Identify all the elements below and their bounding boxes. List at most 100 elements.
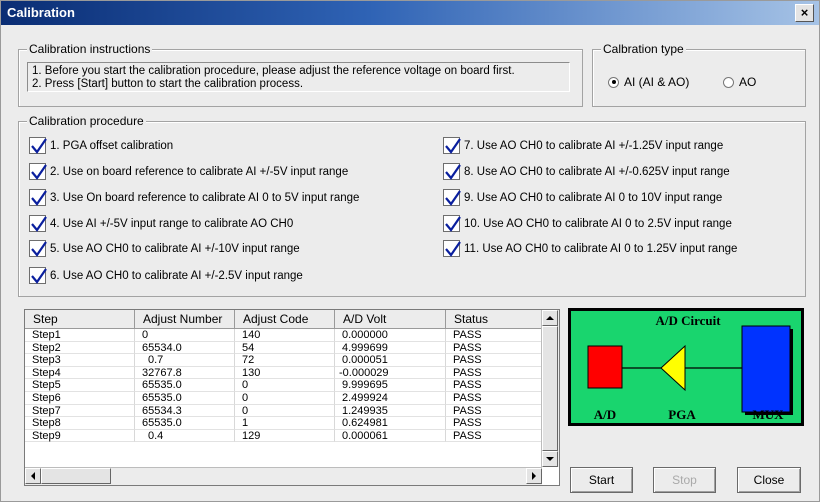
arrow-up-icon [546, 316, 554, 320]
column-header-status[interactable]: Status [446, 310, 542, 329]
instructions-legend: Calibration instructions [27, 42, 153, 56]
checkmark-icon [443, 189, 461, 206]
table-body: Step1 0 140 0.000000 PASS Step2 65534.0 … [25, 329, 542, 443]
cell-status: PASS [446, 329, 542, 342]
cell-adjust-code: 54 [235, 341, 335, 355]
step-checkbox-3[interactable]: 3. Use On board reference to calibrate A… [29, 189, 359, 206]
table-row[interactable]: Step1 0 140 0.000000 PASS [25, 329, 542, 342]
table-row[interactable]: Step4 32767.8 130 -0.000029 PASS [25, 366, 542, 380]
table-row[interactable]: Step9 0.4 129 0.000061 PASS [25, 429, 542, 443]
scroll-down-button[interactable] [542, 451, 558, 467]
column-header-step[interactable]: Step [25, 310, 135, 329]
table-header: Step Adjust Number Adjust Code A/D Volt … [25, 310, 542, 329]
column-header-ad-volt[interactable]: A/D Volt [335, 310, 446, 329]
cell-ad-volt: 0.000000 [335, 329, 446, 342]
table-row[interactable]: Step2 65534.0 54 4.999699 PASS [25, 341, 542, 355]
arrow-right-icon [532, 472, 536, 480]
pga-label: PGA [668, 407, 696, 422]
cell-ad-volt: -0.000029 [335, 366, 446, 380]
cell-step: Step7 [25, 404, 135, 418]
title-bar[interactable]: Calibration × [1, 1, 819, 25]
cell-adjust-number: 0.4 [135, 429, 235, 443]
step-label-7: 7. Use AO CH0 to calibrate AI +/-1.25V i… [464, 139, 724, 152]
step-checkbox-8[interactable]: 8. Use AO CH0 to calibrate AI +/-0.625V … [443, 163, 730, 180]
arrow-down-icon [546, 457, 554, 461]
step-label-11: 11. Use AO CH0 to calibrate AI 0 to 1.25… [464, 242, 738, 255]
calibration-type-legend: Calbration type [601, 42, 686, 56]
instructions-group: Calibration instructions 1. Before you s… [18, 42, 583, 107]
radio-ao[interactable]: AO [723, 75, 756, 89]
cell-adjust-number: 32767.8 [135, 366, 235, 380]
cell-status: PASS [446, 391, 542, 405]
step-checkbox-7[interactable]: 7. Use AO CH0 to calibrate AI +/-1.25V i… [443, 137, 723, 154]
cell-ad-volt: 0.000051 [335, 354, 446, 367]
cell-status: PASS [446, 404, 542, 418]
cell-adjust-code: 0 [235, 379, 335, 392]
cell-adjust-number: 65535.0 [135, 391, 235, 405]
instructions-text: 1. Before you start the calibration proc… [27, 62, 570, 92]
checkmark-icon [443, 163, 461, 180]
cell-adjust-code: 0 [235, 391, 335, 405]
cell-adjust-code: 0 [235, 404, 335, 418]
diagram-title: A/D Circuit [655, 313, 721, 328]
cell-step: Step6 [25, 391, 135, 405]
horizontal-scroll-thumb[interactable] [41, 468, 111, 484]
cell-step: Step5 [25, 379, 135, 392]
stop-button[interactable]: Stop [653, 467, 716, 493]
scroll-left-button[interactable] [25, 468, 41, 484]
step-label-3: 3. Use On board reference to calibrate A… [50, 191, 360, 204]
step-label-4: 4. Use AI +/-5V input range to calibrate… [50, 217, 294, 230]
table-row[interactable]: Step8 65535.0 1 0.624981 PASS [25, 417, 542, 430]
radio-unselected-icon [723, 76, 734, 88]
checkmark-icon [29, 189, 47, 206]
cell-adjust-code: 140 [235, 329, 335, 342]
step-checkbox-11[interactable]: 11. Use AO CH0 to calibrate AI 0 to 1.25… [443, 240, 737, 257]
vertical-scrollbar[interactable] [541, 310, 559, 467]
step-checkbox-9[interactable]: 9. Use AO CH0 to calibrate AI 0 to 10V i… [443, 189, 722, 206]
cell-step: Step9 [25, 429, 135, 443]
step-checkbox-5[interactable]: 5. Use AO CH0 to calibrate AI +/-10V inp… [29, 240, 300, 257]
close-icon[interactable]: × [795, 4, 814, 22]
radio-ai[interactable]: AI (AI & AO) [608, 75, 689, 89]
step-checkbox-2[interactable]: 2. Use on board reference to calibrate A… [29, 163, 348, 180]
cell-adjust-number: 65535.0 [135, 379, 235, 392]
window-title: Calibration [7, 5, 75, 20]
cell-status: PASS [446, 379, 542, 392]
table-row[interactable]: Step6 65535.0 0 2.499924 PASS [25, 391, 542, 405]
checkmark-icon [29, 215, 47, 232]
checkmark-icon [29, 240, 47, 257]
checkmark-icon [29, 137, 47, 154]
scroll-right-button[interactable] [526, 468, 542, 484]
cell-ad-volt: 1.249935 [335, 404, 446, 418]
horizontal-scrollbar[interactable] [25, 467, 542, 485]
results-table[interactable]: Step Adjust Number Adjust Code A/D Volt … [24, 309, 560, 486]
checkmark-icon [443, 240, 461, 257]
step-checkbox-1[interactable]: 1. PGA offset calibration [29, 137, 173, 154]
cell-status: PASS [446, 429, 542, 443]
cell-adjust-number: 0.7 [135, 354, 235, 367]
step-checkbox-10[interactable]: 10. Use AO CH0 to calibrate AI 0 to 2.5V… [443, 215, 732, 232]
calibration-type-group: Calbration type AI (AI & AO) AO [592, 42, 806, 107]
column-header-adjust-number[interactable]: Adjust Number [135, 310, 235, 329]
close-button[interactable]: Close [737, 467, 801, 493]
column-header-adjust-code[interactable]: Adjust Code [235, 310, 335, 329]
step-checkbox-6[interactable]: 6. Use AO CH0 to calibrate AI +/-2.5V in… [29, 267, 303, 284]
cell-adjust-code: 72 [235, 354, 335, 367]
scroll-up-button[interactable] [542, 310, 558, 326]
table-row[interactable]: Step7 65534.3 0 1.249935 PASS [25, 404, 542, 418]
ad-circuit-diagram: A/D Circuit A/D PGA MUX [568, 308, 804, 426]
table-row[interactable]: Step5 65535.0 0 9.999695 PASS [25, 379, 542, 392]
cell-status: PASS [446, 354, 542, 367]
start-button[interactable]: Start [570, 467, 633, 493]
step-label-6: 6. Use AO CH0 to calibrate AI +/-2.5V in… [50, 269, 303, 282]
step-checkbox-4[interactable]: 4. Use AI +/-5V input range to calibrate… [29, 215, 293, 232]
calibration-procedure-group: Calibration procedure 1. PGA offset cali… [18, 114, 806, 297]
cell-ad-volt: 9.999695 [335, 379, 446, 392]
ad-block [587, 345, 623, 389]
table-row[interactable]: Step3 0.7 72 0.000051 PASS [25, 354, 542, 367]
cell-adjust-number: 0 [135, 329, 235, 342]
vertical-scroll-thumb[interactable] [542, 326, 558, 451]
cell-ad-volt: 2.499924 [335, 391, 446, 405]
cell-adjust-number: 65534.3 [135, 404, 235, 418]
step-label-8: 8. Use AO CH0 to calibrate AI +/-0.625V … [464, 165, 730, 178]
